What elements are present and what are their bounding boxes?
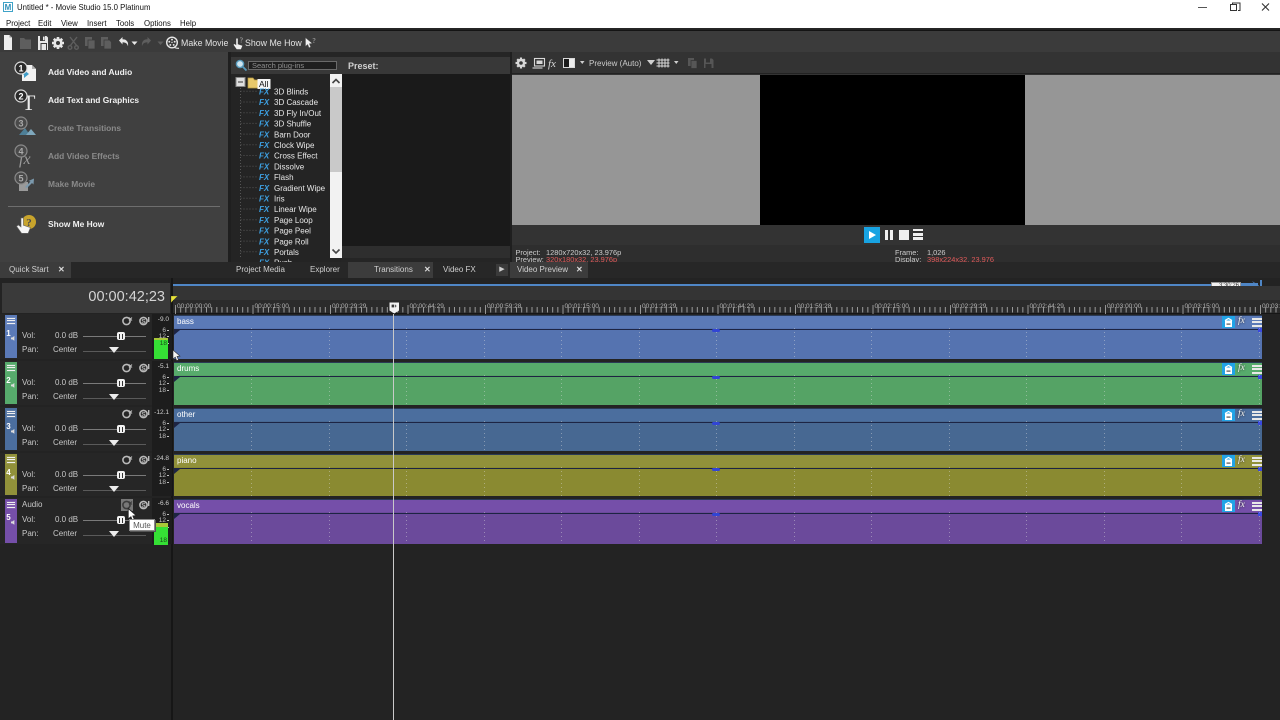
svg-text:FX: FX — [259, 184, 270, 193]
svg-text:FX: FX — [259, 141, 270, 150]
svg-text:FX: FX — [259, 205, 270, 214]
svg-text:Page Peel: Page Peel — [274, 227, 311, 236]
svg-text:FX: FX — [259, 237, 270, 246]
svg-text:3D Blinds: 3D Blinds — [274, 88, 308, 97]
svg-text:Page Roll: Page Roll — [274, 237, 309, 246]
svg-text:fx: fx — [548, 58, 556, 70]
svg-text:?: ? — [313, 37, 316, 45]
svg-text:?: ? — [240, 37, 243, 45]
svg-text:FX: FX — [259, 109, 270, 118]
svg-text:FX: FX — [259, 195, 270, 204]
svg-text:FX: FX — [259, 173, 270, 182]
svg-text:Barn Door: Barn Door — [274, 130, 311, 139]
svg-text:1: 1 — [18, 64, 23, 74]
svg-text:FX: FX — [259, 120, 270, 129]
svg-text:S: S — [141, 502, 146, 509]
svg-text:FX: FX — [259, 216, 270, 225]
svg-text:Clock Wipe: Clock Wipe — [274, 141, 315, 150]
svg-text:Dissolve: Dissolve — [274, 162, 305, 171]
svg-text:FX: FX — [259, 162, 270, 171]
svg-text:FX: FX — [259, 98, 270, 107]
svg-text:S: S — [141, 457, 146, 464]
svg-text:4: 4 — [18, 147, 23, 157]
svg-text:Cross Effect: Cross Effect — [274, 152, 318, 161]
svg-text:S: S — [141, 318, 146, 325]
svg-text:FX: FX — [259, 152, 270, 161]
svg-text:Linear Wipe: Linear Wipe — [274, 205, 317, 214]
svg-text:FX: FX — [259, 88, 270, 97]
svg-text:Portals: Portals — [274, 248, 299, 257]
svg-text:S: S — [141, 365, 146, 372]
svg-text:Gradient Wipe: Gradient Wipe — [274, 184, 326, 193]
svg-text:Page Loop: Page Loop — [274, 216, 313, 225]
svg-text:FX: FX — [259, 227, 270, 236]
svg-text:Iris: Iris — [274, 195, 285, 204]
svg-text:FX: FX — [259, 248, 270, 257]
svg-text:2: 2 — [18, 92, 23, 102]
svg-text:3D Fly In/Out: 3D Fly In/Out — [274, 109, 322, 118]
svg-text:3D Cascade: 3D Cascade — [274, 98, 319, 107]
svg-text:5: 5 — [18, 174, 23, 184]
svg-text:FX: FX — [259, 130, 270, 139]
svg-text:S: S — [141, 411, 146, 418]
svg-text:3: 3 — [18, 119, 23, 129]
svg-text:Flash: Flash — [274, 173, 294, 182]
svg-text:3D Shuffle: 3D Shuffle — [274, 120, 312, 129]
